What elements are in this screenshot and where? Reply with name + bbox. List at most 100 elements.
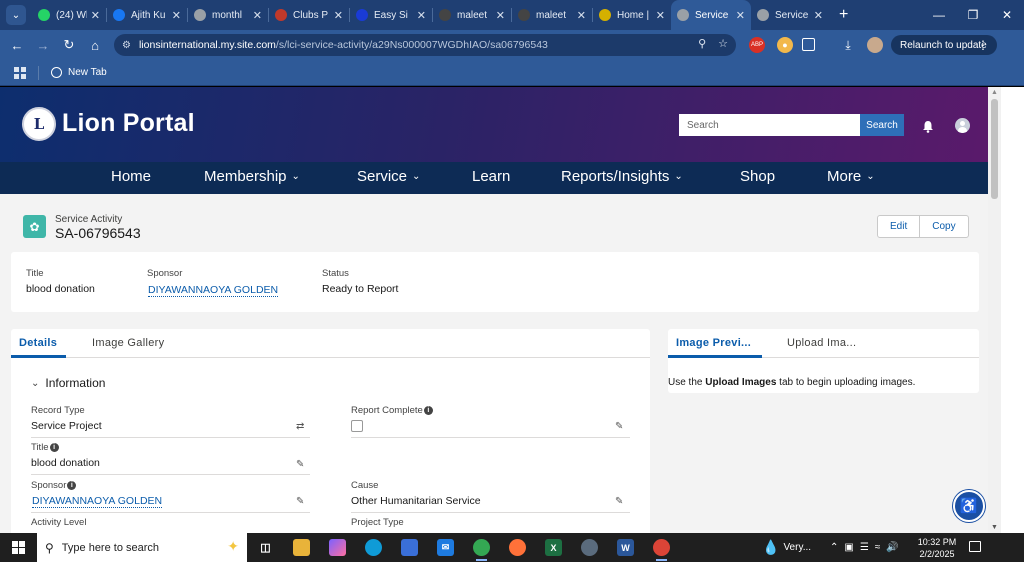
restore-icon[interactable]: ❐ [956, 0, 990, 30]
nav-service[interactable]: Service ⌄ [357, 168, 420, 185]
tab-details[interactable]: Details [19, 337, 57, 349]
tray-chevron-up-icon[interactable]: ⌃ [830, 542, 838, 553]
report-complete-checkbox[interactable] [351, 420, 363, 432]
tab-upload-images[interactable]: Upload Ima... [787, 337, 856, 349]
browser-tab[interactable]: Ajith Ku ✕ [107, 0, 187, 30]
close-tab-icon[interactable]: ✕ [736, 9, 745, 22]
location-pin-icon[interactable]: ⚲ [698, 37, 706, 50]
extension-icon[interactable]: ● [777, 37, 793, 53]
info-icon[interactable]: i [423, 406, 433, 415]
word-icon[interactable]: W [617, 539, 634, 556]
bookmark-new-tab[interactable]: New Tab [51, 67, 107, 78]
copy-button[interactable]: Copy [919, 216, 967, 237]
change-record-type-icon[interactable]: ⇄ [296, 421, 304, 432]
accessibility-icon[interactable]: ♿ [953, 490, 985, 522]
close-tab-icon[interactable]: ✕ [496, 9, 505, 22]
nav-more[interactable]: More ⌄ [827, 168, 875, 185]
nav-reports-insights[interactable]: Reports/Insights ⌄ [561, 168, 683, 185]
nav-home[interactable]: Home [111, 168, 151, 185]
browser-tab[interactable]: Service ✕ [751, 0, 829, 30]
store-icon[interactable] [401, 539, 418, 556]
close-tab-icon[interactable]: ✕ [577, 9, 586, 22]
browser-tab[interactable]: maleet ✕ [433, 0, 511, 30]
user-avatar-icon[interactable] [955, 118, 970, 133]
sponsor-link-text[interactable]: DIYAWANNAOYA GOLDEN [32, 495, 163, 508]
close-tab-icon[interactable]: ✕ [172, 9, 181, 22]
close-tab-icon[interactable]: ✕ [91, 9, 100, 22]
file-explorer-icon[interactable] [293, 539, 310, 556]
nav-membership[interactable]: Membership ⌄ [204, 168, 300, 185]
close-tab-icon[interactable]: ✕ [814, 9, 823, 22]
search-input[interactable] [679, 114, 860, 136]
notification-center-icon[interactable] [969, 541, 981, 552]
section-information[interactable]: ⌄ Information [31, 376, 105, 390]
firefox-icon[interactable] [509, 539, 526, 556]
edit-pencil-icon[interactable]: ✎ [296, 496, 304, 507]
edit-pencil-icon[interactable]: ✎ [615, 421, 623, 432]
mail-icon[interactable]: ✉ [437, 539, 454, 556]
sponsor-link-text[interactable]: DIYAWANNAOYA GOLDEN [148, 284, 279, 297]
reload-icon[interactable]: ↻ [56, 32, 82, 58]
tab-image-preview[interactable]: Image Previ... [676, 337, 751, 349]
search-button[interactable]: Search [860, 114, 904, 136]
browser-tab[interactable]: Easy Si ✕ [350, 0, 432, 30]
nav-learn[interactable]: Learn [472, 168, 510, 185]
menu-dots-icon[interactable]: ⋮ [977, 38, 989, 52]
browser-tab[interactable]: monthl ✕ [188, 0, 268, 30]
excel-icon[interactable]: X [545, 539, 562, 556]
browser-tab[interactable]: (24) Wh ✕ [32, 0, 106, 30]
hl-sponsor-link[interactable]: DIYAWANNAOYA GOLDEN [148, 284, 279, 297]
taskbar-clock[interactable]: 10:32 PM 2/2/2025 [917, 536, 957, 560]
close-tab-icon[interactable]: ✕ [417, 9, 426, 22]
info-icon[interactable]: i [49, 443, 59, 452]
new-tab-plus-icon[interactable]: + [839, 6, 848, 24]
back-arrow-icon[interactable]: ← [4, 32, 30, 58]
scrollbar-thumb[interactable] [991, 99, 998, 199]
minimize-icon[interactable]: — [922, 0, 956, 30]
tab-image-gallery[interactable]: Image Gallery [92, 337, 164, 349]
edit-pencil-icon[interactable]: ✎ [296, 459, 304, 470]
notification-bell-icon[interactable] [922, 120, 934, 133]
tab-search-button[interactable]: ⌄ [6, 5, 26, 25]
info-icon[interactable]: i [67, 481, 77, 490]
edit-button[interactable]: Edit [878, 216, 919, 237]
weather-widget[interactable]: 💧 Very... [762, 533, 811, 562]
language-icon[interactable]: ☰ [860, 542, 869, 553]
chrome-icon[interactable] [653, 539, 670, 561]
forward-arrow-icon[interactable]: → [30, 32, 56, 58]
volume-icon[interactable]: 🔊 [886, 542, 898, 553]
windows-start-icon[interactable] [12, 541, 25, 554]
browser-tab[interactable]: Service ✕ [671, 0, 751, 30]
profile-avatar[interactable] [867, 37, 883, 53]
browser-tab[interactable]: maleet ✕ [512, 0, 592, 30]
close-tab-icon[interactable]: ✕ [656, 9, 665, 22]
portal-brand[interactable]: Lion Portal [62, 109, 195, 138]
extensions-puzzle-icon[interactable] [802, 38, 815, 51]
close-tab-icon[interactable]: ✕ [253, 9, 262, 22]
bookmark-star-icon[interactable]: ☆ [718, 37, 728, 50]
home-icon[interactable]: ⌂ [82, 32, 108, 58]
copilot-icon[interactable] [329, 539, 346, 556]
app-icon[interactable] [581, 539, 598, 556]
download-icon[interactable]: ⤓ [840, 37, 856, 53]
close-window-icon[interactable]: ✕ [990, 0, 1024, 30]
nav-shop[interactable]: Shop [740, 168, 775, 185]
page-scrollbar[interactable]: ▲ ▼ [988, 87, 1001, 533]
lions-logo[interactable]: L [22, 107, 56, 141]
scroll-up-arrow-icon[interactable]: ▲ [991, 89, 998, 96]
edit-pencil-icon[interactable]: ✎ [615, 496, 623, 507]
sponsor-field-link[interactable]: DIYAWANNAOYA GOLDEN [32, 495, 163, 508]
apps-grid-icon[interactable] [14, 66, 26, 79]
task-view-icon[interactable]: ◫ [257, 539, 274, 556]
tray-app-icon[interactable]: ▣ [844, 542, 853, 553]
wifi-icon[interactable]: ≈ [875, 542, 881, 553]
relaunch-update-button[interactable]: Relaunch to update ⋮ [891, 35, 997, 55]
chrome-profile-icon[interactable] [473, 539, 490, 561]
site-info-icon[interactable]: ⚙ [122, 40, 131, 51]
close-tab-icon[interactable]: ✕ [334, 9, 343, 22]
address-bar[interactable]: ⚙ lionsinternational.my.site.com/s/lci-s… [114, 34, 736, 56]
edge-icon[interactable] [365, 539, 382, 556]
browser-tab[interactable]: Home | ✕ [593, 0, 671, 30]
adblock-extension-icon[interactable]: ABP [749, 37, 765, 53]
scroll-down-arrow-icon[interactable]: ▼ [991, 524, 998, 531]
